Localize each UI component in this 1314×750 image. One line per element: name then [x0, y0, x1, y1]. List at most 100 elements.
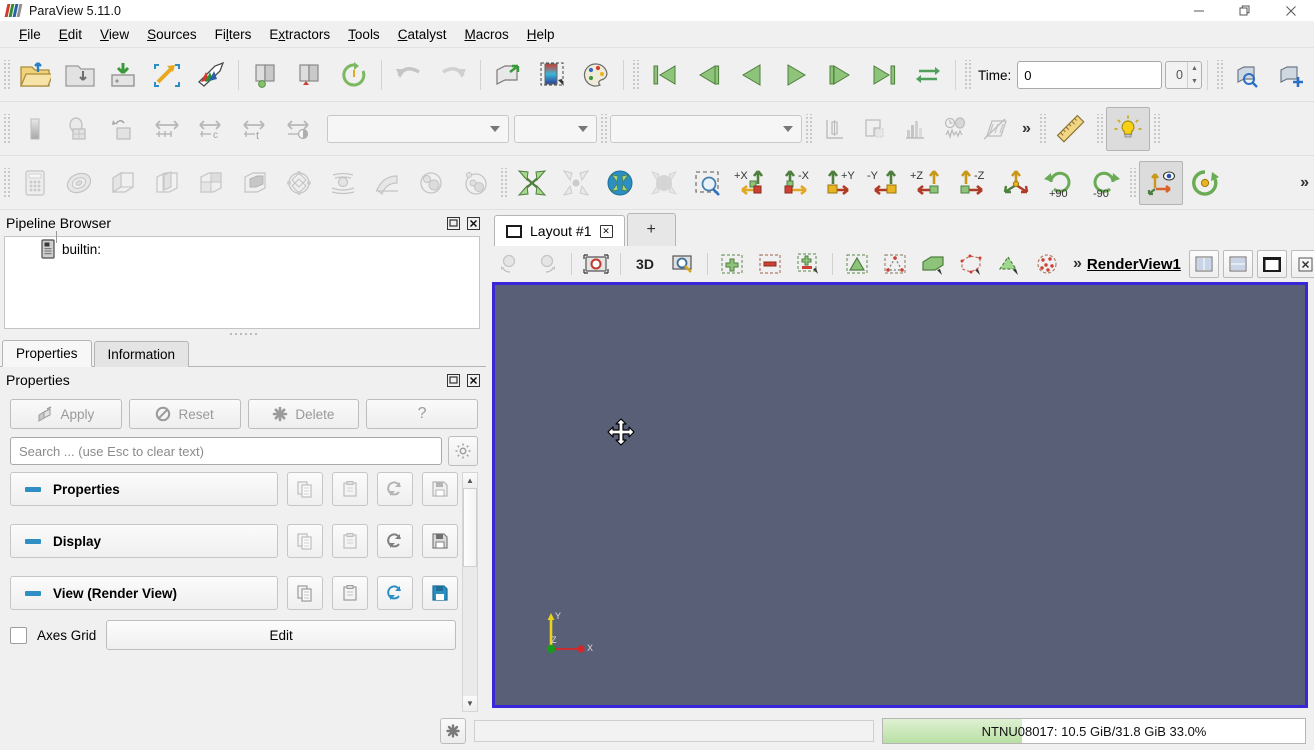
- section-view-header[interactable]: View (Render View): [10, 576, 278, 610]
- reset-button[interactable]: Reset: [128, 399, 241, 429]
- zoom-select-icon[interactable]: [664, 248, 702, 280]
- scroll-up-icon[interactable]: ▲: [463, 473, 477, 488]
- isometric-view-icon[interactable]: [994, 161, 1038, 205]
- delete-button[interactable]: Delete: [247, 399, 360, 429]
- select-block-icon[interactable]: [914, 248, 952, 280]
- add-selection-icon[interactable]: [713, 248, 751, 280]
- camera-minus-y-icon[interactable]: -Y: [862, 161, 906, 205]
- show-orientation-axes-icon[interactable]: [1139, 161, 1183, 205]
- group-datasets-icon[interactable]: [409, 161, 453, 205]
- threshold-icon[interactable]: [189, 161, 233, 205]
- scroll-track[interactable]: [463, 488, 477, 696]
- clip-icon[interactable]: [101, 161, 145, 205]
- connect-icon[interactable]: [145, 53, 189, 97]
- cancel-icon[interactable]: [440, 718, 466, 744]
- help-button[interactable]: ?: [366, 399, 478, 429]
- undo-icon[interactable]: [387, 53, 431, 97]
- pipeline-node-builtin[interactable]: builtin:: [5, 231, 479, 261]
- filters-grip[interactable]: [2, 168, 11, 198]
- zoom-closest-icon[interactable]: [598, 161, 642, 205]
- rescale-visible-icon[interactable]: [145, 107, 189, 151]
- select-points-through-icon[interactable]: [876, 248, 914, 280]
- reset-camera-icon[interactable]: [510, 161, 554, 205]
- search-input[interactable]: Search ... (use Esc to clear text): [10, 437, 442, 465]
- mode-3d-toggle[interactable]: 3D: [626, 248, 664, 280]
- properties-save-defaults-icon[interactable]: [422, 472, 458, 506]
- pipeline-browser-tree[interactable]: builtin:: [4, 231, 480, 329]
- edit-color-legend-icon[interactable]: [574, 53, 618, 97]
- display-copy-icon[interactable]: [287, 524, 323, 558]
- select-frustum-cell-icon[interactable]: [952, 248, 990, 280]
- panel-splitter[interactable]: [0, 329, 486, 339]
- light-bulb-icon[interactable]: [1105, 107, 1150, 151]
- disconnect-icon[interactable]: [189, 53, 233, 97]
- maximize-restore-button[interactable]: [1222, 0, 1268, 22]
- display-paste-icon[interactable]: [332, 524, 368, 558]
- center-of-rotation-icon[interactable]: [1183, 161, 1227, 205]
- reset-session-icon[interactable]: [332, 53, 376, 97]
- extract-subset-icon[interactable]: [233, 161, 277, 205]
- scroll-down-icon[interactable]: ▼: [463, 696, 477, 711]
- layout-tab-close-icon[interactable]: ✕: [599, 224, 613, 238]
- menu-catalyst[interactable]: Catalyst: [389, 24, 456, 45]
- properties-close-icon[interactable]: [465, 372, 482, 389]
- disconnect-server-icon[interactable]: [288, 53, 332, 97]
- maximize-view-icon[interactable]: [1256, 250, 1287, 278]
- plot-selection-icon[interactable]: [855, 109, 895, 149]
- select-frustum-point-icon[interactable]: [990, 248, 1028, 280]
- select-cells-camera-icon[interactable]: [577, 248, 615, 280]
- camera-undo-icon[interactable]: [486, 53, 530, 97]
- play-icon[interactable]: [774, 53, 818, 97]
- extract-level-icon[interactable]: [453, 161, 497, 205]
- next-frame-icon[interactable]: [818, 53, 862, 97]
- rescale-over-time-icon[interactable]: t: [233, 107, 277, 151]
- menu-view[interactable]: View: [91, 24, 138, 45]
- view-restore-defaults-icon[interactable]: [377, 576, 413, 610]
- zoom-to-box-icon[interactable]: [642, 161, 686, 205]
- tab-properties[interactable]: Properties: [2, 340, 92, 367]
- menu-macros[interactable]: Macros: [455, 24, 517, 45]
- camera-plus-z-icon[interactable]: +Z: [906, 161, 950, 205]
- time-input[interactable]: 0: [1017, 61, 1163, 89]
- menu-sources[interactable]: Sources: [138, 24, 206, 45]
- properties-scrollbar[interactable]: ▲ ▼: [462, 472, 478, 712]
- representation-selector-combo[interactable]: [610, 115, 802, 143]
- pipeline-close-icon[interactable]: [465, 215, 482, 232]
- axes-grid-edit-button[interactable]: Edit: [106, 620, 456, 650]
- vcr-toolbar-grip[interactable]: [631, 60, 640, 90]
- representation-combo-grip[interactable]: [599, 114, 608, 144]
- subtract-selection-icon[interactable]: [751, 248, 789, 280]
- rescale-custom-icon[interactable]: [101, 107, 145, 151]
- find-data-icon[interactable]: [1226, 53, 1270, 97]
- representation-overflow-button[interactable]: »: [1015, 120, 1036, 138]
- active-view-name[interactable]: RenderView1: [1087, 256, 1181, 273]
- camera-plus-x-icon[interactable]: +X: [730, 161, 774, 205]
- render-view[interactable]: Y X Z: [492, 282, 1308, 708]
- select-points-polygon-icon[interactable]: [1028, 248, 1066, 280]
- warp-by-vector-icon[interactable]: [365, 161, 409, 205]
- layout-tab-1[interactable]: Layout #1 ✕: [494, 215, 625, 246]
- previous-frame-icon[interactable]: [686, 53, 730, 97]
- camera-plus-y-icon[interactable]: +Y: [818, 161, 862, 205]
- row2-end-grip[interactable]: [1151, 114, 1161, 144]
- split-vertical-icon[interactable]: [1222, 250, 1253, 278]
- ruler-icon[interactable]: [1049, 107, 1093, 151]
- tab-information[interactable]: Information: [93, 341, 190, 367]
- contour-icon[interactable]: [57, 161, 101, 205]
- rescale-data-over-time-icon[interactable]: [277, 107, 321, 151]
- ruler-toolbar-grip[interactable]: [1037, 114, 1047, 144]
- interactive-select-point-icon[interactable]: [528, 248, 566, 280]
- section-properties-header[interactable]: Properties: [10, 472, 278, 506]
- camera-minus-z-icon[interactable]: -Z: [950, 161, 994, 205]
- pipeline-undock-icon[interactable]: [445, 215, 462, 232]
- view-paste-icon[interactable]: [332, 576, 368, 610]
- representation-grip[interactable]: [2, 114, 11, 144]
- properties-undock-icon[interactable]: [445, 372, 462, 389]
- component-selector-combo[interactable]: [514, 115, 597, 143]
- plot-on-intersection-icon[interactable]: [975, 109, 1015, 149]
- redo-icon[interactable]: [431, 53, 475, 97]
- properties-restore-defaults-icon[interactable]: [377, 472, 413, 506]
- close-window-button[interactable]: [1268, 0, 1314, 22]
- time-index-spinbox[interactable]: 0 ▲ ▼: [1165, 61, 1202, 89]
- loop-icon[interactable]: [906, 53, 950, 97]
